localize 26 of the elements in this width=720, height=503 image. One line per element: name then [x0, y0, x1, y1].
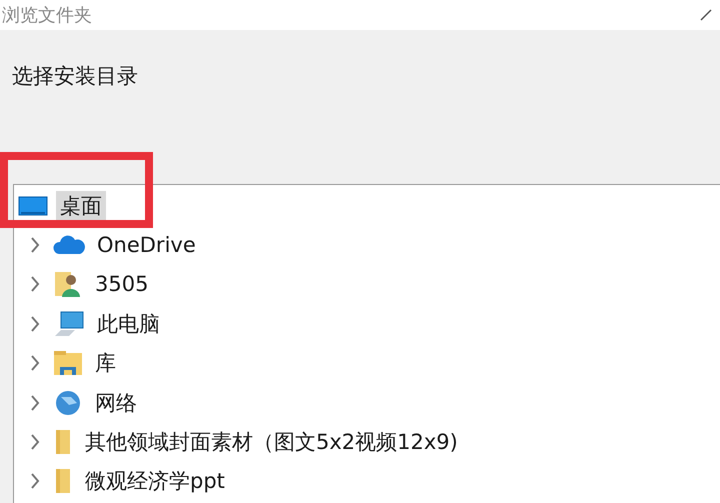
computer-icon: [53, 310, 85, 338]
library-icon: [53, 349, 83, 378]
chevron-icon[interactable]: [29, 392, 41, 413]
instruction-text: 选择安装目录: [12, 63, 139, 89]
chevron-icon[interactable]: [29, 314, 41, 334]
tree-item[interactable]: OneDrive: [93, 230, 200, 260]
tree-item[interactable]: 微观经济学ppt: [81, 466, 229, 496]
network-icon: [53, 388, 83, 417]
tree-item[interactable]: 库: [91, 348, 120, 378]
user-folder-icon: [53, 270, 83, 298]
tree-item[interactable]: 此电脑: [93, 308, 164, 339]
folder-icon: [53, 467, 73, 496]
close-icon[interactable]: [700, 9, 712, 21]
tree-item[interactable]: 其他领域封面素材（图文5x2视频12x9): [81, 427, 462, 458]
chevron-icon[interactable]: [29, 432, 41, 452]
folder-icon: [53, 428, 73, 456]
cloud-icon: [53, 234, 85, 256]
desktop-icon: [18, 194, 48, 218]
window-title: 浏览文件夹: [2, 4, 92, 27]
tree-item[interactable]: 桌面: [56, 190, 106, 221]
tree-item[interactable]: 3505: [91, 269, 152, 300]
tree-item[interactable]: 网络: [91, 388, 141, 418]
chevron-icon[interactable]: [29, 353, 41, 374]
chevron-icon[interactable]: [29, 471, 41, 492]
chevron-icon[interactable]: [29, 235, 41, 256]
chevron-icon[interactable]: [29, 274, 41, 294]
